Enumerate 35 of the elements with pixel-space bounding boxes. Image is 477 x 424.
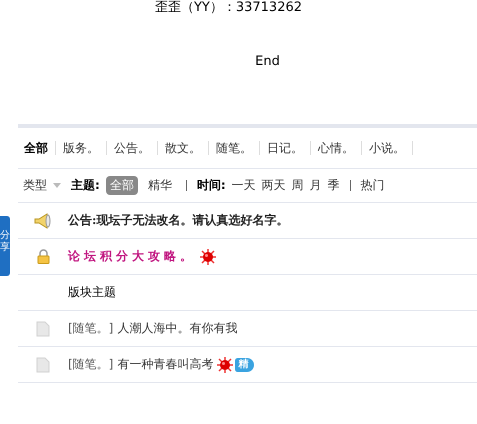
- category-tab[interactable]: 心情。: [311, 141, 362, 155]
- time-filter[interactable]: 一天: [232, 177, 256, 194]
- end-text: End: [254, 54, 281, 69]
- category-tab[interactable]: 全部: [24, 141, 56, 155]
- document-icon: [36, 320, 50, 336]
- category-tab[interactable]: 版务。: [56, 141, 107, 155]
- padlock-icon: [36, 249, 50, 264]
- time-filter[interactable]: 月: [310, 177, 322, 194]
- category-tab[interactable]: 日记。: [260, 141, 311, 155]
- thread-title[interactable]: 有一种青春叫高考: [117, 356, 214, 373]
- type-dropdown[interactable]: 类型: [23, 177, 47, 194]
- category-tab[interactable]: 散文。: [158, 141, 209, 155]
- caret-icon[interactable]: [53, 183, 61, 188]
- thread-title[interactable]: 人潮人海中。有你有我: [117, 320, 238, 337]
- time-label: 时间:: [196, 177, 226, 194]
- time-filter[interactable]: 季: [328, 177, 340, 194]
- megaphone-icon: [34, 212, 52, 228]
- category-tab[interactable]: 小说。: [362, 141, 413, 155]
- digest-badge: 精: [235, 358, 254, 372]
- document-icon: [36, 356, 50, 372]
- announcement-text[interactable]: 公告:现坛子无法改名。请认真选好名字。: [68, 212, 288, 229]
- time-filter[interactable]: 两天: [262, 177, 286, 194]
- time-filter[interactable]: 周: [292, 177, 304, 194]
- theme-filter[interactable]: 全部: [106, 176, 138, 195]
- hot-filter[interactable]: 热门: [360, 177, 385, 194]
- section-heading: 版块主题: [68, 284, 116, 301]
- category-tab[interactable]: 随笔。: [209, 141, 260, 155]
- theme-filter[interactable]: 精华: [144, 176, 176, 195]
- thread-category[interactable]: [随笔。]: [68, 356, 114, 373]
- category-tab[interactable]: 公告。: [107, 141, 158, 155]
- theme-label: 主题:: [71, 177, 100, 194]
- contact-text: 歪歪（YY）：33713262: [154, 0, 304, 16]
- thread-category[interactable]: [随笔。]: [68, 320, 114, 337]
- share-tab[interactable]: 分享: [0, 216, 10, 276]
- guide-link[interactable]: 论坛积分大攻略。: [68, 248, 196, 265]
